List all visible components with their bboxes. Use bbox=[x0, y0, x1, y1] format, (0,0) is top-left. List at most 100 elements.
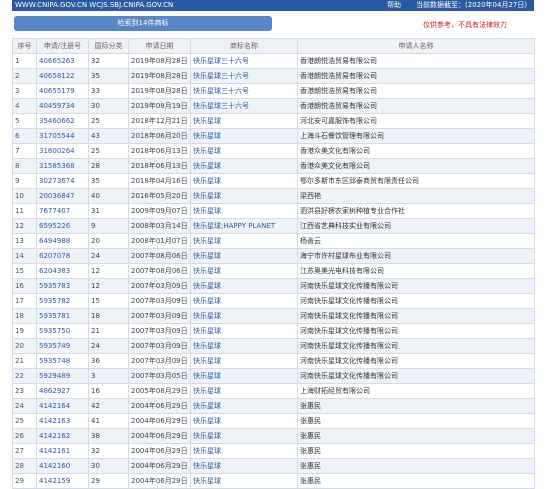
international-class-cell: 30 bbox=[88, 458, 129, 474]
column-header-registration-number[interactable]: 申请/注册号 bbox=[36, 38, 89, 54]
international-class-cell: 41 bbox=[88, 413, 129, 429]
registration-number-link[interactable]: 40665263 bbox=[39, 57, 75, 65]
registration-number-cell: 4142160 bbox=[36, 458, 89, 474]
table-row[interactable]: 8 31585368 28 2018年06月13日 快乐星球 香港众美文化有限公司 bbox=[12, 158, 535, 174]
column-header-trademark-name[interactable]: 商标名称 bbox=[190, 38, 298, 54]
registration-number-link[interactable]: 5935781 bbox=[39, 312, 70, 320]
table-row[interactable]: 3 40655179 33 2019年08月28日 快乐星球三十六号 香港朗悦浩贸易有限公… bbox=[12, 83, 535, 99]
registration-number-link[interactable]: 5935783 bbox=[39, 282, 70, 290]
table-row[interactable]: 14 6207078 24 2007年08月06日 快乐星球 海宁市许村星球布业有限公司 bbox=[12, 248, 535, 264]
registration-number-link[interactable]: 4142159 bbox=[39, 477, 70, 485]
row-index-cell: 3 bbox=[12, 83, 37, 99]
application-date-cell: 2019年08月28日 bbox=[128, 68, 191, 84]
table-row[interactable]: 25 4142163 41 2004年06月29日 快乐星球 张惠民 bbox=[12, 413, 535, 429]
table-row[interactable]: 26 4142162 38 2004年06月29日 快乐星球 张惠民 bbox=[12, 428, 535, 444]
table-row[interactable]: 11 7677407 31 2009年09月07日 快乐星球 泗洪县好楞农家树种植专业合作… bbox=[12, 203, 535, 219]
trademark-name-cell: 快乐星球 bbox=[190, 293, 298, 309]
table-row[interactable]: 27 4142161 32 2004年06月29日 快乐星球 张惠民 bbox=[12, 443, 535, 459]
international-class-cell: 16 bbox=[88, 383, 129, 399]
registration-number-link[interactable]: 31600264 bbox=[39, 147, 75, 155]
registration-number-link[interactable]: 6207078 bbox=[39, 252, 70, 260]
table-row[interactable]: 5 35460662 25 2018年12月21日 快乐星球 河北安可嘉服饰有限公司 bbox=[12, 113, 535, 129]
application-date-cell: 2007年03月05日 bbox=[128, 368, 191, 384]
table-row[interactable]: 9 30273674 35 2018年04月16日 快乐星球 鄂尔多斯市东区邱泰商贸有限责… bbox=[12, 173, 535, 189]
registration-number-link[interactable]: 40658122 bbox=[39, 72, 75, 80]
table-row[interactable]: 16 5935783 12 2007年03月09日 快乐星球 河南快乐星球文化传播有限公司 bbox=[12, 278, 535, 294]
registration-number-link[interactable]: 5935782 bbox=[39, 297, 70, 305]
registration-number-cell: 4862927 bbox=[36, 383, 89, 399]
application-date-cell: 2007年03月09日 bbox=[128, 308, 191, 324]
registration-number-link[interactable]: 5929489 bbox=[39, 372, 70, 380]
registration-number-link[interactable]: 4142160 bbox=[39, 462, 70, 470]
registration-number-link[interactable]: 7677407 bbox=[39, 207, 70, 215]
registration-number-link[interactable]: 4142164 bbox=[39, 402, 70, 410]
registration-number-link[interactable]: 4142163 bbox=[39, 417, 70, 425]
table-row[interactable]: 23 4862927 16 2005年08月29日 快乐星球 上海财拓经贸有限公司 bbox=[12, 383, 535, 399]
row-index-cell: 15 bbox=[12, 263, 37, 279]
table-row[interactable]: 1 40665263 32 2019年08月28日 快乐星球三十六号 香港朗悦浩贸易有限公… bbox=[12, 53, 535, 69]
table-row[interactable]: 19 5935750 21 2007年03月09日 快乐星球 河南快乐星球文化传播有限公司 bbox=[12, 323, 535, 339]
table-row[interactable]: 15 6204383 12 2007年08月06日 快乐星球 江苏奥美光电科技有限公司 bbox=[12, 263, 535, 279]
column-header-application-date[interactable]: 申请日期 bbox=[128, 38, 191, 54]
row-index-cell: 11 bbox=[12, 203, 37, 219]
column-header-applicant[interactable]: 申请人名称 bbox=[297, 38, 535, 54]
application-date-cell: 2019年08月28日 bbox=[128, 53, 191, 69]
trademark-name-cell: 快乐星球 bbox=[190, 263, 298, 279]
registration-number-link[interactable]: 5935749 bbox=[39, 342, 70, 350]
table-row[interactable]: 12 6595226 9 2008年03月14日 快乐星球;HAPPY PLANET 江西… bbox=[12, 218, 535, 234]
applicant-name-cell: 张惠民 bbox=[297, 458, 535, 474]
table-row[interactable]: 18 5935781 18 2007年03月09日 快乐星球 河南快乐星球文化传播有限公司 bbox=[12, 308, 535, 324]
trademark-name-cell: 快乐星球 bbox=[190, 278, 298, 294]
row-index-cell: 19 bbox=[12, 323, 37, 339]
trademark-name-cell: 快乐星球 bbox=[190, 188, 298, 204]
registration-number-link[interactable]: 4142161 bbox=[39, 447, 70, 455]
table-row[interactable]: 21 5935748 36 2007年03月09日 快乐星球 河南快乐星球文化传播有限公司 bbox=[12, 353, 535, 369]
registration-number-link[interactable]: 4142162 bbox=[39, 432, 70, 440]
international-class-cell: 12 bbox=[88, 278, 129, 294]
trademark-name-cell: 快乐星球 bbox=[190, 308, 298, 324]
help-link[interactable]: 帮助 bbox=[387, 0, 401, 11]
applicant-name-cell: 张惠民 bbox=[297, 443, 535, 459]
registration-number-link[interactable]: 6204383 bbox=[39, 267, 70, 275]
registration-number-link[interactable]: 5935750 bbox=[39, 327, 70, 335]
registration-number-link[interactable]: 31705544 bbox=[39, 132, 75, 140]
applicant-name-cell: 河南快乐星球文化传播有限公司 bbox=[297, 368, 535, 384]
applicant-name-cell: 张惠民 bbox=[297, 473, 535, 489]
international-class-cell: 9 bbox=[88, 218, 129, 234]
international-class-cell: 35 bbox=[88, 173, 129, 189]
registration-number-link[interactable]: 6494988 bbox=[39, 237, 70, 245]
table-row[interactable]: 10 20036847 40 2016年05月20日 快乐星球 梁西艳 bbox=[12, 188, 535, 204]
table-row[interactable]: 6 31705544 43 2018年06月20日 快乐星球 上海斗石餐饮管理有限公司 bbox=[12, 128, 535, 144]
row-index-cell: 8 bbox=[12, 158, 37, 174]
row-index-cell: 12 bbox=[12, 218, 37, 234]
registration-number-link[interactable]: 31585368 bbox=[39, 162, 75, 170]
registration-number-link[interactable]: 30273674 bbox=[39, 177, 75, 185]
table-row[interactable]: 17 5935782 15 2007年03月09日 快乐星球 河南快乐星球文化传播有限公司 bbox=[12, 293, 535, 309]
applicant-name-cell: 河南快乐星球文化传播有限公司 bbox=[297, 338, 535, 354]
table-row[interactable]: 22 5929489 3 2007年03月05日 快乐星球 河南快乐星球文化传播有限公司 bbox=[12, 368, 535, 384]
table-row[interactable]: 2 40658122 35 2019年08月28日 快乐星球三十六号 香港朗悦浩贸易有限公… bbox=[12, 68, 535, 84]
registration-number-link[interactable]: 5935748 bbox=[39, 357, 70, 365]
registration-number-cell: 40665263 bbox=[36, 53, 89, 69]
table-row[interactable]: 29 4142159 29 2004年06月29日 快乐星球 张惠民 bbox=[12, 473, 535, 489]
table-row[interactable]: 24 4142164 42 2004年06月29日 快乐星球 张惠民 bbox=[12, 398, 535, 414]
table-row[interactable]: 4 40459734 30 2019年08月19日 快乐星球三十六号 香港朗悦浩贸易有限公… bbox=[12, 98, 535, 114]
table-row[interactable]: 13 6494988 20 2008年01月07日 快乐星球 杨善云 bbox=[12, 233, 535, 249]
table-row[interactable]: 20 5935749 24 2007年03月09日 快乐星球 河南快乐星球文化传播有限公司 bbox=[12, 338, 535, 354]
registration-number-link[interactable]: 4862927 bbox=[39, 387, 70, 395]
row-index-cell: 25 bbox=[12, 413, 37, 429]
application-date-cell: 2018年06月13日 bbox=[128, 158, 191, 174]
registration-number-link[interactable]: 20036847 bbox=[39, 192, 75, 200]
column-header-index[interactable]: 序号 bbox=[12, 38, 37, 54]
registration-number-link[interactable]: 40655179 bbox=[39, 87, 75, 95]
row-index-cell: 20 bbox=[12, 338, 37, 354]
registration-number-link[interactable]: 35460662 bbox=[39, 117, 75, 125]
registration-number-link[interactable]: 40459734 bbox=[39, 102, 75, 110]
international-class-cell: 3 bbox=[88, 368, 129, 384]
table-row[interactable]: 7 31600264 25 2018年06月13日 快乐星球 香港众美文化有限公司 bbox=[12, 143, 535, 159]
table-row[interactable]: 28 4142160 30 2004年06月29日 快乐星球 张惠民 bbox=[12, 458, 535, 474]
application-date-cell: 2004年06月29日 bbox=[128, 443, 191, 459]
application-date-cell: 2007年08月06日 bbox=[128, 263, 191, 279]
registration-number-link[interactable]: 6595226 bbox=[39, 222, 70, 230]
column-header-class[interactable]: 国际分类 bbox=[88, 38, 129, 54]
